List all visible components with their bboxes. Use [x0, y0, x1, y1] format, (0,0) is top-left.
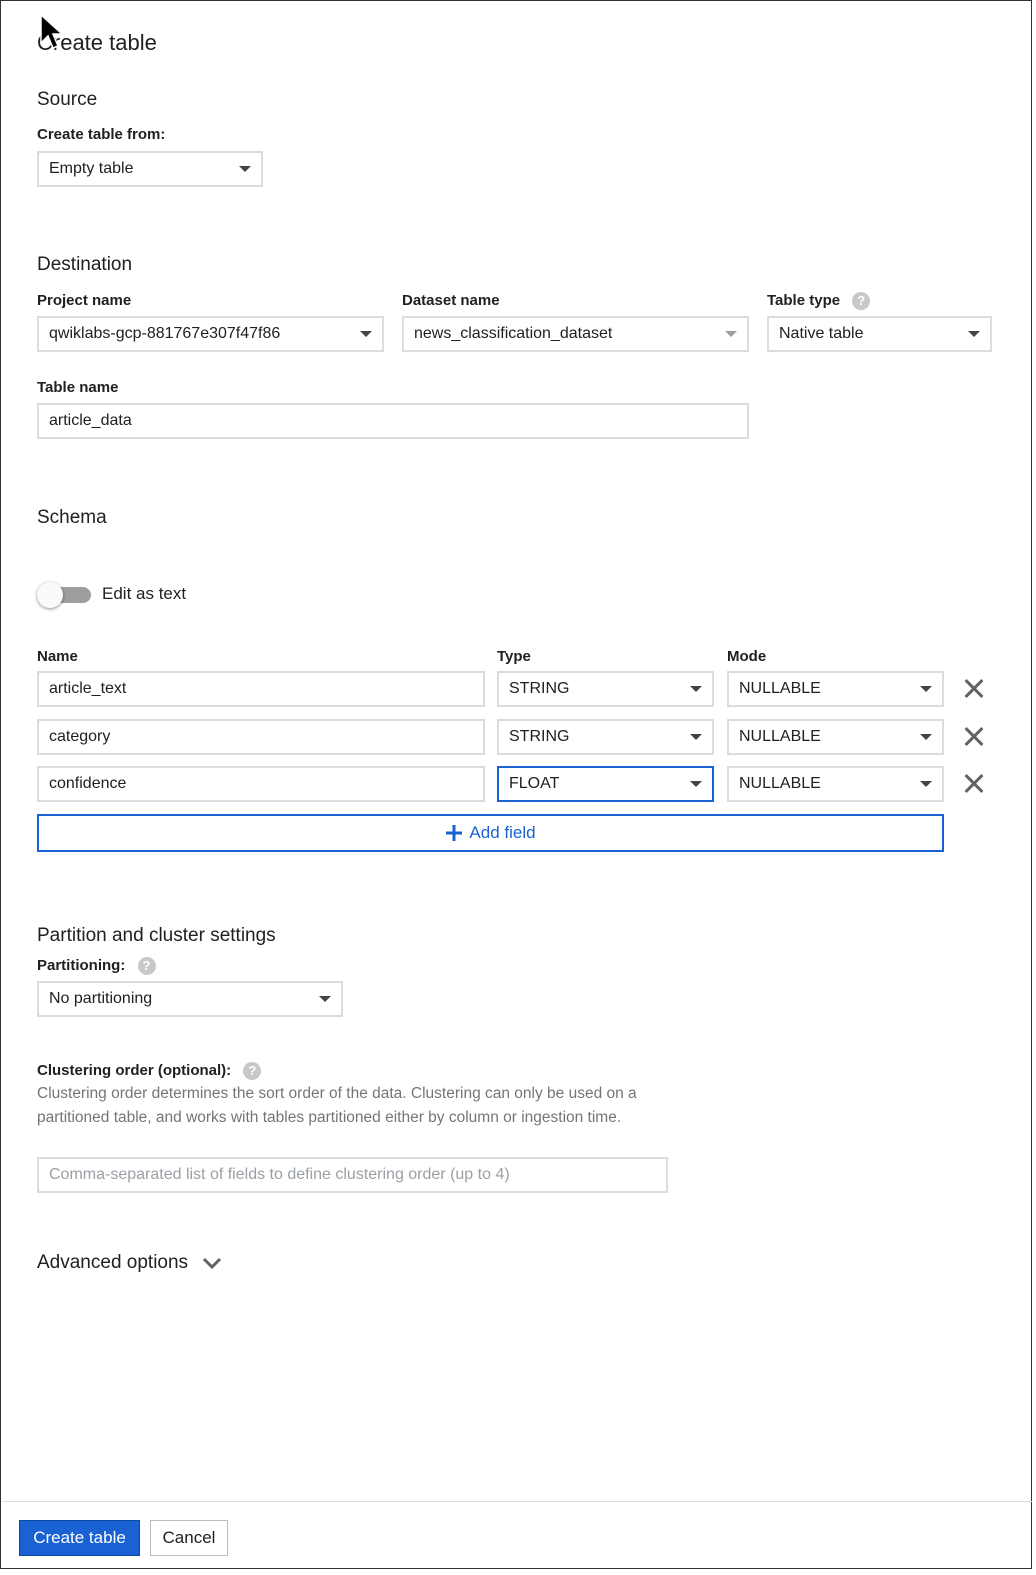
- caret-down-icon: [968, 331, 980, 337]
- field-name-value: category: [49, 728, 111, 745]
- create-table-panel: Create table Source Create table from: E…: [0, 0, 1032, 1569]
- field-name-input[interactable]: article_text: [37, 671, 485, 707]
- project-name-value: qwiklabs-gcp-881767e307f47f86: [49, 325, 281, 342]
- dataset-name-select[interactable]: news_classification_dataset: [402, 316, 749, 352]
- field-name-input[interactable]: category: [37, 719, 485, 755]
- schema-col-type: Type: [497, 648, 531, 665]
- close-icon[interactable]: [961, 676, 987, 702]
- field-type-value: STRING: [509, 728, 570, 745]
- schema-col-name: Name: [37, 648, 78, 665]
- partitioning-value: No partitioning: [49, 990, 153, 1007]
- toggle-thumb: [37, 582, 63, 608]
- field-mode-value: NULLABLE: [739, 680, 821, 697]
- project-name-select[interactable]: qwiklabs-gcp-881767e307f47f86: [37, 316, 384, 352]
- edit-as-text-label: Edit as text: [102, 584, 187, 603]
- table-name-value: article_data: [49, 412, 132, 429]
- field-name-value: article_text: [49, 680, 127, 697]
- advanced-options-toggle[interactable]: Advanced options: [37, 1252, 222, 1274]
- project-name-label: Project name: [37, 292, 132, 309]
- clustering-input[interactable]: Comma-separated list of fields to define…: [37, 1157, 668, 1193]
- table-type-label-row: Table type ?: [767, 292, 871, 311]
- field-name-value: confidence: [49, 775, 127, 792]
- table-type-value: Native table: [779, 325, 864, 342]
- dataset-name-value: news_classification_dataset: [414, 325, 613, 342]
- clustering-label-row: Clustering order (optional): ?: [37, 1062, 262, 1081]
- field-mode-value: NULLABLE: [739, 775, 821, 792]
- caret-down-icon: [920, 686, 932, 692]
- field-mode-select[interactable]: NULLABLE: [727, 671, 944, 707]
- create-from-label: Create table from:: [37, 126, 166, 143]
- caret-down-icon: [690, 781, 702, 787]
- clustering-label: Clustering order (optional):: [37, 1062, 232, 1079]
- destination-heading: Destination: [37, 254, 133, 275]
- table-type-label: Table type: [767, 292, 841, 309]
- close-icon[interactable]: [961, 771, 987, 797]
- edit-as-text-toggle[interactable]: [37, 581, 91, 609]
- field-mode-value: NULLABLE: [739, 728, 821, 745]
- caret-down-icon: [920, 781, 932, 787]
- field-type-value: STRING: [509, 680, 570, 697]
- dataset-name-label: Dataset name: [402, 292, 500, 309]
- caret-down-icon: [360, 331, 372, 337]
- caret-down-icon: [690, 686, 702, 692]
- caret-down-icon: [920, 734, 932, 740]
- partition-heading: Partition and cluster settings: [37, 925, 276, 946]
- schema-col-mode: Mode: [727, 648, 767, 665]
- chevron-down-icon: [203, 1257, 222, 1270]
- partitioning-label: Partitioning:: [37, 957, 126, 974]
- field-type-select[interactable]: STRING: [497, 719, 714, 755]
- field-type-select[interactable]: STRING: [497, 671, 714, 707]
- caret-down-icon: [319, 996, 331, 1002]
- help-circle-icon[interactable]: ?: [137, 957, 156, 976]
- table-name-input[interactable]: article_data: [37, 403, 749, 439]
- schema-heading: Schema: [37, 507, 107, 528]
- help-circle-icon[interactable]: ?: [243, 1062, 262, 1081]
- add-field-button[interactable]: Add field: [37, 814, 944, 852]
- partitioning-label-row: Partitioning: ?: [37, 957, 156, 976]
- caret-down-icon: [690, 734, 702, 740]
- table-type-select[interactable]: Native table: [767, 316, 992, 352]
- field-type-value: FLOAT: [509, 775, 560, 792]
- close-icon[interactable]: [961, 724, 987, 750]
- cancel-button[interactable]: Cancel: [150, 1520, 228, 1556]
- source-heading: Source: [37, 89, 98, 110]
- create-from-select[interactable]: Empty table: [37, 151, 263, 187]
- mouse-pointer-icon: [40, 13, 64, 49]
- create-table-button[interactable]: Create table: [19, 1520, 140, 1556]
- advanced-options-label: Advanced options: [37, 1252, 189, 1273]
- plus-icon: [446, 825, 463, 841]
- field-name-input[interactable]: confidence: [37, 766, 485, 802]
- field-type-select[interactable]: FLOAT: [497, 766, 714, 802]
- footer-divider: [2, 1501, 1032, 1502]
- help-circle-icon[interactable]: ?: [852, 292, 871, 311]
- create-from-value: Empty table: [49, 160, 134, 177]
- table-name-label: Table name: [37, 379, 119, 396]
- add-field-label: Add field: [469, 823, 536, 842]
- partitioning-select[interactable]: No partitioning: [37, 981, 343, 1017]
- field-mode-select[interactable]: NULLABLE: [727, 766, 944, 802]
- field-mode-select[interactable]: NULLABLE: [727, 719, 944, 755]
- caret-down-icon: [725, 331, 737, 337]
- clustering-placeholder: Comma-separated list of fields to define…: [49, 1166, 510, 1183]
- caret-down-icon: [239, 166, 251, 172]
- clustering-description: Clustering order determines the sort ord…: [37, 1085, 637, 1126]
